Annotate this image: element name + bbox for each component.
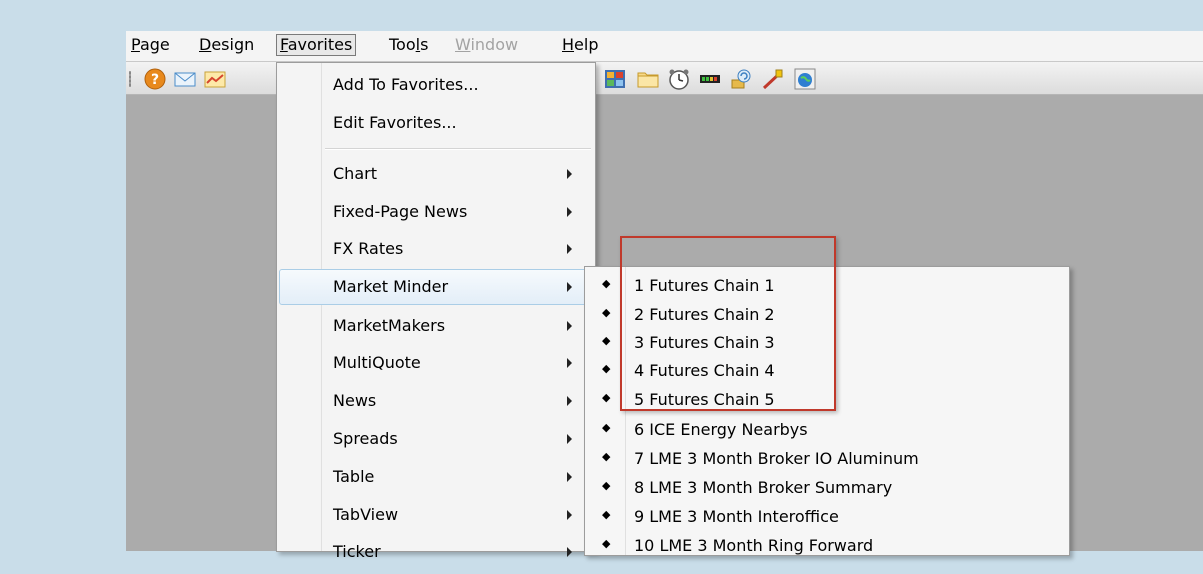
menu-favorites[interactable]: Favorites xyxy=(276,34,357,56)
submenu-item-label: 7 LME 3 Month Broker IO Aluminum xyxy=(634,449,919,468)
menu-bar: Page Design Favorites Tools Window Help xyxy=(126,31,1203,62)
bullet-icon: ◆ xyxy=(602,450,611,463)
menu-item-label: Fixed-Page News xyxy=(333,202,468,221)
bullet-icon: ◆ xyxy=(602,421,611,434)
submenu-arrow-icon xyxy=(567,169,572,179)
submenu-item-7[interactable]: ◆ 7 LME 3 Month Broker IO Aluminum xyxy=(586,444,1066,473)
submenu-item-label: 6 ICE Energy Nearbys xyxy=(634,420,808,439)
menu-help[interactable]: Help xyxy=(559,34,601,56)
toolbar-grip[interactable] xyxy=(129,71,131,87)
menu-item-fixed-page-news[interactable]: Fixed-Page News xyxy=(279,194,593,230)
bullet-icon: ◆ xyxy=(602,334,611,347)
menu-item-label: Edit Favorites... xyxy=(333,113,457,132)
menu-item-label: News xyxy=(333,391,377,410)
ticker-icon[interactable] xyxy=(699,68,721,90)
menu-item-label: Spreads xyxy=(333,429,398,448)
submenu-item-8[interactable]: ◆ 8 LME 3 Month Broker Summary xyxy=(586,473,1066,502)
submenu-arrow-icon xyxy=(567,510,572,520)
submenu-arrow-icon xyxy=(567,547,572,557)
submenu-item-label: 8 LME 3 Month Broker Summary xyxy=(634,478,893,497)
submenu-item-6[interactable]: ◆ 6 ICE Energy Nearbys xyxy=(586,415,1066,444)
menu-item-tabview[interactable]: TabView xyxy=(279,497,593,533)
menu-item-chart[interactable]: Chart xyxy=(279,156,593,192)
grid-icon[interactable] xyxy=(604,68,626,90)
submenu-arrow-icon xyxy=(567,321,572,331)
bullet-icon: ◆ xyxy=(602,508,611,521)
svg-text:?: ? xyxy=(151,72,159,88)
menu-item-label: Ticker xyxy=(333,542,381,561)
menu-separator xyxy=(325,148,591,150)
menu-item-fx-rates[interactable]: FX Rates xyxy=(279,231,593,267)
menu-item-ticker[interactable]: Ticker xyxy=(279,534,593,570)
menu-item-add-to-favorites[interactable]: Add To Favorites... xyxy=(279,67,593,103)
help-icon[interactable]: ? xyxy=(144,68,166,90)
menu-page[interactable]: Page xyxy=(128,34,173,56)
menu-item-label: MultiQuote xyxy=(333,353,421,372)
menu-design[interactable]: Design xyxy=(196,34,257,56)
submenu-arrow-icon xyxy=(567,358,572,368)
annotation-highlight-box xyxy=(620,236,836,411)
menu-item-news[interactable]: News xyxy=(279,383,593,419)
bullet-icon: ◆ xyxy=(602,306,611,319)
submenu-item-10[interactable]: ◆ 10 LME 3 Month Ring Forward xyxy=(586,531,1066,560)
menu-item-label: Market Minder xyxy=(333,277,449,296)
menu-item-label: Chart xyxy=(333,164,377,183)
folder-icon[interactable] xyxy=(637,68,659,90)
submenu-arrow-icon xyxy=(567,472,572,482)
chart-icon[interactable] xyxy=(204,68,226,90)
bullet-icon: ◆ xyxy=(602,391,611,404)
submenu-item-label: 10 LME 3 Month Ring Forward xyxy=(634,536,874,555)
submenu-arrow-icon xyxy=(567,244,572,254)
menu-item-label: MarketMakers xyxy=(333,316,446,335)
mail-icon[interactable] xyxy=(174,68,196,90)
bullet-icon: ◆ xyxy=(602,537,611,550)
favorites-menu: Add To Favorites... Edit Favorites... Ch… xyxy=(276,62,596,561)
pen-icon[interactable] xyxy=(762,68,784,90)
menu-item-table[interactable]: Table xyxy=(279,459,593,495)
bullet-icon: ◆ xyxy=(602,362,611,375)
menu-item-label: Table xyxy=(333,467,375,486)
submenu-arrow-icon xyxy=(567,396,572,406)
bullet-icon: ◆ xyxy=(602,479,611,492)
menu-tools[interactable]: Tools xyxy=(386,34,431,56)
menu-item-label: FX Rates xyxy=(333,239,404,258)
submenu-arrow-icon xyxy=(567,434,572,444)
menu-item-multiquote[interactable]: MultiQuote xyxy=(279,345,593,381)
menu-window[interactable]: Window xyxy=(452,34,521,56)
menu-item-marketmakers[interactable]: MarketMakers xyxy=(279,308,593,344)
menu-item-label: Add To Favorites... xyxy=(333,75,479,94)
menu-item-label: TabView xyxy=(333,505,399,524)
menu-item-spreads[interactable]: Spreads xyxy=(279,421,593,457)
refresh-icon[interactable] xyxy=(730,68,752,90)
bullet-icon: ◆ xyxy=(602,277,611,290)
menu-item-market-minder[interactable]: Market Minder xyxy=(279,269,593,305)
globe-icon[interactable] xyxy=(794,68,816,90)
submenu-item-9[interactable]: ◆ 9 LME 3 Month Interoffice xyxy=(586,502,1066,531)
clock-icon[interactable] xyxy=(668,68,690,90)
menu-item-edit-favorites[interactable]: Edit Favorites... xyxy=(279,105,593,141)
submenu-item-label: 9 LME 3 Month Interoffice xyxy=(634,507,839,526)
submenu-arrow-icon xyxy=(567,282,572,292)
submenu-arrow-icon xyxy=(567,207,572,217)
